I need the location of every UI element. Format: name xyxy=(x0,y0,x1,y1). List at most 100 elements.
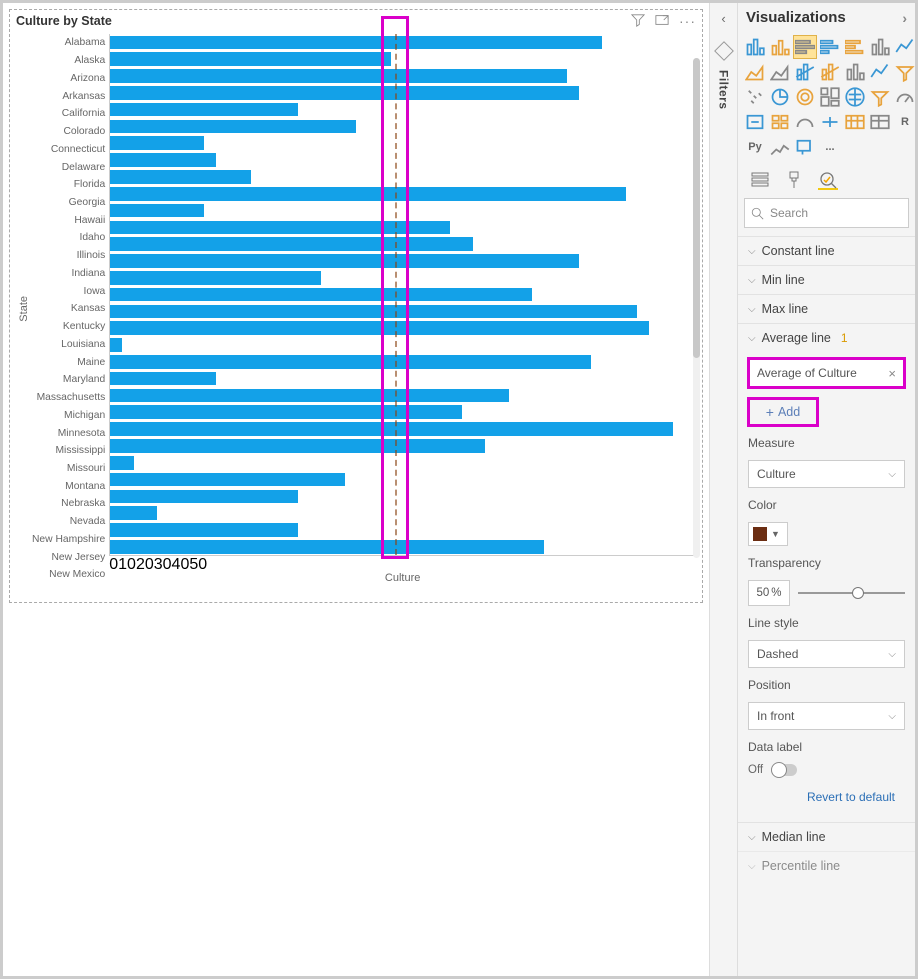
bar[interactable] xyxy=(110,456,133,470)
bar[interactable] xyxy=(110,338,122,352)
bar[interactable] xyxy=(110,490,297,504)
viz-type-icon[interactable] xyxy=(869,111,891,133)
viz-type-icon[interactable]: R xyxy=(894,111,915,133)
bar[interactable] xyxy=(110,69,567,83)
viz-type-icon[interactable] xyxy=(769,86,791,108)
section-percentile-line[interactable]: ⌵Percentile line xyxy=(738,851,915,880)
search-input[interactable]: Search xyxy=(744,198,909,228)
add-button[interactable]: +Add xyxy=(748,398,818,426)
bar[interactable] xyxy=(110,540,543,554)
bar[interactable] xyxy=(110,254,579,268)
section-max-line[interactable]: ⌵Max line xyxy=(738,294,915,323)
bar[interactable] xyxy=(110,204,204,218)
viz-type-icon[interactable]: ... xyxy=(819,136,841,158)
y-axis-label: State xyxy=(16,296,32,322)
viz-type-icon[interactable] xyxy=(844,61,866,83)
bar[interactable] xyxy=(110,52,391,66)
bar[interactable] xyxy=(110,237,473,251)
viz-type-icon[interactable] xyxy=(794,61,816,83)
viz-type-icon[interactable] xyxy=(869,86,891,108)
revert-to-default[interactable]: Revert to default xyxy=(748,786,905,812)
search-icon xyxy=(751,207,764,220)
viz-type-icon[interactable] xyxy=(819,61,841,83)
report-canvas[interactable]: Culture by State ··· State AlabamaAlaska… xyxy=(3,3,709,976)
viz-type-icon[interactable] xyxy=(769,36,791,58)
viz-type-icon[interactable] xyxy=(869,61,891,83)
viz-type-icon[interactable] xyxy=(894,61,915,83)
viz-type-icon[interactable] xyxy=(844,86,866,108)
bar[interactable] xyxy=(110,120,356,134)
section-constant-line[interactable]: ⌵Constant line xyxy=(738,236,915,265)
fields-tab-icon[interactable] xyxy=(750,170,770,190)
bar[interactable] xyxy=(110,170,251,184)
filters-rail[interactable]: ‹ Filters xyxy=(709,3,737,976)
bar[interactable] xyxy=(110,187,625,201)
avg-line-item[interactable]: Average of Culture × xyxy=(748,358,905,388)
filter-icon[interactable] xyxy=(631,13,645,30)
bar[interactable] xyxy=(110,355,590,369)
viz-type-icon[interactable] xyxy=(769,61,791,83)
viz-type-icon[interactable] xyxy=(744,36,766,58)
bar-chart-visual[interactable]: Culture by State ··· State AlabamaAlaska… xyxy=(9,9,703,603)
bar[interactable] xyxy=(110,153,215,167)
bar[interactable] xyxy=(110,422,672,436)
section-min-line[interactable]: ⌵Min line xyxy=(738,265,915,294)
viz-type-icon[interactable] xyxy=(769,136,791,158)
chart-scrollbar[interactable] xyxy=(693,58,700,558)
bar[interactable] xyxy=(110,506,157,520)
category-label: Georgia xyxy=(32,194,105,212)
viz-type-icon[interactable] xyxy=(794,36,816,58)
analytics-tab-icon[interactable] xyxy=(818,170,838,190)
bar[interactable] xyxy=(110,271,321,285)
bar[interactable] xyxy=(110,86,579,100)
bar[interactable] xyxy=(110,136,204,150)
linestyle-dropdown[interactable]: Dashed⌵ xyxy=(748,640,905,668)
viz-type-icon[interactable] xyxy=(894,86,915,108)
transparency-input[interactable]: 50% xyxy=(748,580,790,606)
viz-type-icon[interactable] xyxy=(744,61,766,83)
transparency-slider[interactable] xyxy=(798,592,905,594)
category-label: Michigan xyxy=(32,406,105,424)
bar[interactable] xyxy=(110,221,450,235)
viz-type-icon[interactable] xyxy=(844,111,866,133)
measure-dropdown[interactable]: Culture⌵ xyxy=(748,460,905,488)
bar[interactable] xyxy=(110,389,508,403)
datalabel-toggle[interactable] xyxy=(771,764,797,776)
viz-type-icon[interactable] xyxy=(744,111,766,133)
viz-type-icon[interactable] xyxy=(844,36,866,58)
position-dropdown[interactable]: In front⌵ xyxy=(748,702,905,730)
viz-type-icon[interactable] xyxy=(794,86,816,108)
viz-type-icon[interactable] xyxy=(894,36,915,58)
viz-type-icon[interactable] xyxy=(819,36,841,58)
bar[interactable] xyxy=(110,288,532,302)
bar[interactable] xyxy=(110,36,602,50)
collapse-filters-icon[interactable]: ‹ xyxy=(721,11,725,26)
drill-icon[interactable] xyxy=(714,41,734,61)
viz-type-icon[interactable] xyxy=(819,111,841,133)
bar[interactable] xyxy=(110,439,485,453)
viz-type-icon[interactable] xyxy=(819,86,841,108)
color-picker[interactable]: ▼ xyxy=(748,522,788,546)
viz-type-icon[interactable] xyxy=(769,111,791,133)
viz-type-icon[interactable]: Py xyxy=(744,136,766,158)
remove-avg-line-icon[interactable]: × xyxy=(888,366,896,381)
bar[interactable] xyxy=(110,405,461,419)
bar[interactable] xyxy=(110,473,344,487)
bar[interactable] xyxy=(110,523,297,537)
viz-type-icon[interactable] xyxy=(794,111,816,133)
more-options-icon[interactable]: ··· xyxy=(679,13,696,30)
filters-label[interactable]: Filters xyxy=(717,70,731,110)
focus-mode-icon[interactable] xyxy=(655,13,669,30)
viz-type-icon[interactable] xyxy=(744,86,766,108)
bar[interactable] xyxy=(110,305,637,319)
bar-row xyxy=(110,505,696,522)
section-median-line[interactable]: ⌵Median line xyxy=(738,822,915,851)
viz-type-icon[interactable] xyxy=(794,136,816,158)
expand-pane-icon[interactable]: › xyxy=(902,10,907,26)
viz-type-icon[interactable] xyxy=(869,36,891,58)
bar[interactable] xyxy=(110,103,297,117)
bar[interactable] xyxy=(110,321,649,335)
format-tab-icon[interactable] xyxy=(784,170,804,190)
bar[interactable] xyxy=(110,372,215,386)
section-average-line[interactable]: ⌵Average line1 xyxy=(738,323,915,352)
